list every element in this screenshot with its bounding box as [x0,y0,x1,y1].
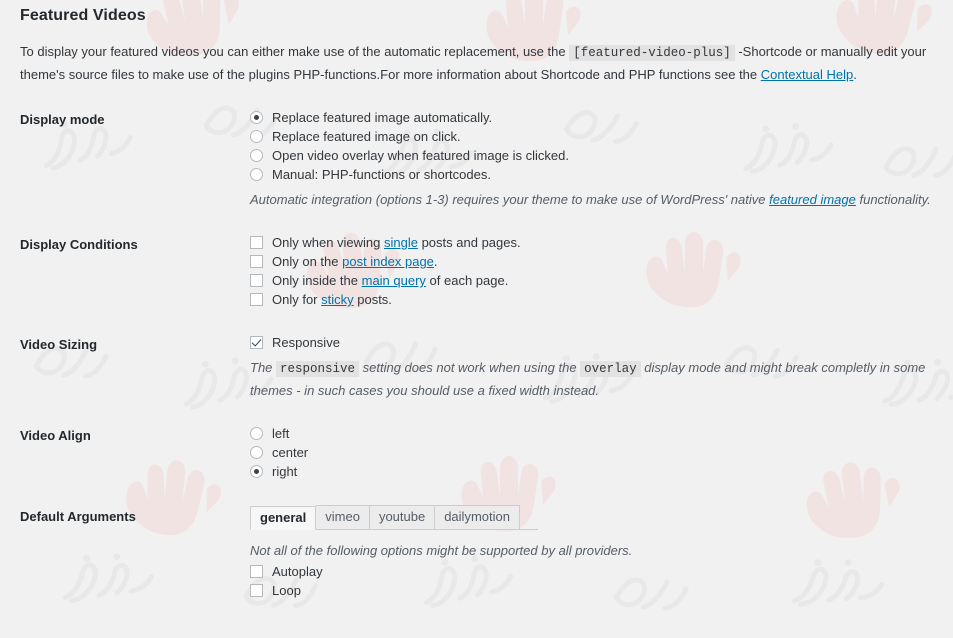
checkbox-option-sticky[interactable]: Only for sticky posts. [250,291,943,309]
radio-option-overlay[interactable]: Open video overlay when featured image i… [250,147,943,165]
checkbox-option-post-index[interactable]: Only on the post index page. [250,253,943,271]
radio-label: center [272,445,309,460]
settings-form-table: Display mode Replace featured image auto… [0,95,953,611]
checkbox-option-responsive[interactable]: Responsive [250,334,943,352]
autoplay-label: Autoplay [272,564,323,579]
desc-part1: The [250,360,277,375]
intro-text-part1: To display your featured videos you can … [20,44,570,59]
label-video-align: Video Align [20,428,91,443]
label-display-mode: Display mode [20,112,105,127]
radio-label: Replace featured image automatically. [272,110,493,125]
option-text-pre: Only on the [272,254,343,269]
option-text-post: . [433,254,438,269]
default-arguments-note: Not all of the following options might b… [250,543,633,558]
desc-part1: Automatic integration (options 1-3) requ… [250,192,770,207]
radio-option-replace-auto[interactable]: Replace featured image automatically. [250,109,943,127]
checkbox-icon[interactable] [250,274,263,287]
field-default-arguments: general vimeo youtube dailymotion Not al… [250,492,953,611]
radio-label: right [272,464,298,479]
shortcode-code: [featured-video-plus] [569,45,735,61]
display-mode-description: Automatic integration (options 1-3) requ… [250,189,943,210]
radio-option-align-left[interactable]: left [250,425,943,443]
row-video-sizing: Video Sizing Responsive The responsive s… [0,320,953,411]
settings-page: Featured Videos To display your featured… [0,0,953,611]
row-default-arguments: Default Arguments general vimeo youtube … [0,492,953,611]
option-text-pre: Only inside the [272,273,362,288]
checkbox-icon[interactable] [250,236,263,249]
featured-image-link[interactable]: featured image [769,192,856,207]
field-display-conditions: Only when viewing single posts and pages… [250,220,953,320]
checkbox-icon[interactable] [250,293,263,306]
page-title: Featured Videos [20,7,146,24]
radio-icon[interactable] [250,130,263,143]
checkbox-icon[interactable] [250,336,263,349]
label-default-arguments: Default Arguments [20,509,136,524]
intro-paragraph: To display your featured videos you can … [0,25,953,85]
desc-part2: functionality. [855,192,931,207]
radio-icon[interactable] [250,168,263,181]
radio-label: Manual: PHP-functions or shortcodes. [272,167,491,182]
option-text-post: posts. [353,292,392,307]
tab-youtube[interactable]: youtube [369,505,436,529]
option-text-pre: Only when viewing [272,235,384,250]
checkbox-option-loop[interactable]: Loop [250,582,943,600]
row-video-align: Video Align left center right [0,411,953,492]
loop-label: Loop [272,583,301,598]
checkbox-option-single[interactable]: Only when viewing single posts and pages… [250,234,943,252]
radio-option-manual[interactable]: Manual: PHP-functions or shortcodes. [250,166,943,184]
option-text-post: posts and pages. [417,235,521,250]
option-text-post: of each page. [425,273,509,288]
label-video-sizing: Video Sizing [20,337,98,352]
tabpanel-general: Not all of the following options might b… [250,532,943,600]
radio-option-align-center[interactable]: center [250,444,943,462]
field-video-sizing: Responsive The responsive setting does n… [250,320,953,411]
row-display-conditions: Display Conditions Only when viewing sin… [0,220,953,320]
radio-icon[interactable] [250,111,263,124]
checkbox-option-main-query[interactable]: Only inside the main query of each page. [250,272,943,290]
radio-label: Replace featured image on click. [272,129,461,144]
radio-icon[interactable] [250,149,263,162]
contextual-help-link[interactable]: Contextual Help [761,67,854,82]
radio-option-align-right[interactable]: right [250,463,943,481]
radio-option-replace-click[interactable]: Replace featured image on click. [250,128,943,146]
radio-icon[interactable] [250,465,263,478]
intro-text-part3: . [853,67,857,82]
radio-icon[interactable] [250,427,263,440]
main-query-link[interactable]: main query [362,273,426,288]
responsive-label: Responsive [272,335,340,350]
video-sizing-description: The responsive setting does not work whe… [250,357,943,401]
single-link[interactable]: single [384,235,418,250]
sticky-link[interactable]: sticky [321,292,354,307]
desc-part2: setting does not work when using the [359,360,581,375]
provider-tabs: general vimeo youtube dailymotion [250,505,538,530]
checkbox-icon[interactable] [250,584,263,597]
row-display-mode: Display mode Replace featured image auto… [0,95,953,220]
radio-label: Open video overlay when featured image i… [272,148,569,163]
checkbox-icon[interactable] [250,565,263,578]
responsive-code: responsive [276,361,360,377]
overlay-code: overlay [580,361,641,377]
option-text-pre: Only for [272,292,322,307]
tab-general[interactable]: general [250,506,317,530]
label-display-conditions: Display Conditions [20,237,138,252]
checkbox-option-autoplay[interactable]: Autoplay [250,563,943,581]
field-video-align: left center right [250,411,953,492]
radio-label: left [272,426,290,441]
checkbox-icon[interactable] [250,255,263,268]
radio-icon[interactable] [250,446,263,459]
tab-dailymotion[interactable]: dailymotion [435,505,520,529]
post-index-page-link[interactable]: post index page [342,254,434,269]
field-display-mode: Replace featured image automatically. Re… [250,95,953,220]
tab-vimeo[interactable]: vimeo [316,505,370,529]
